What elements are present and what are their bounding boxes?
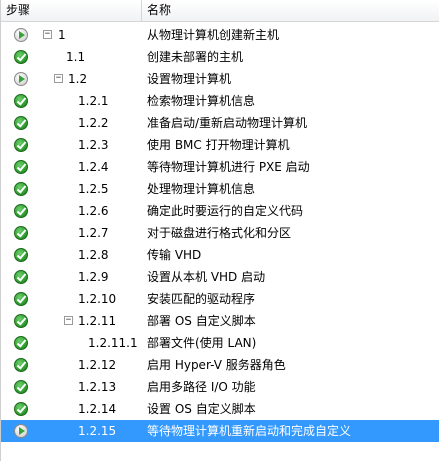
- table-row[interactable]: −1 从物理计算机创建新主机: [1, 24, 439, 46]
- step-name: 检索物理计算机信息: [147, 94, 256, 108]
- step-number: 1.2.2: [78, 116, 109, 130]
- step-name: 等待物理计算机重新启动和完成自定义: [147, 424, 352, 438]
- step-number: 1.2: [68, 72, 88, 86]
- step-name: 准备启动/重新启动物理计算机: [147, 116, 308, 130]
- collapse-toggle-icon[interactable]: −: [64, 316, 73, 325]
- checkmark-status-icon: [14, 270, 28, 284]
- checkmark-status-icon: [14, 116, 28, 130]
- table-row[interactable]: 1.2.13 启用多路径 I/O 功能: [1, 376, 439, 398]
- table-row[interactable]: 1.2.11.1 部署文件(使用 LAN): [1, 332, 439, 354]
- table-row[interactable]: 1.1 创建未部署的主机: [1, 46, 439, 68]
- checkmark-status-icon: [14, 314, 28, 328]
- step-name: 等待物理计算机进行 PXE 启动: [147, 160, 310, 174]
- table-row[interactable]: −1.2.11 部署 OS 自定义脚本: [1, 310, 439, 332]
- step-name: 启用多路径 I/O 功能: [147, 380, 256, 394]
- table-row[interactable]: 1.2.2 准备启动/重新启动物理计算机: [1, 112, 439, 134]
- step-name: 确定此时要运行的自定义代码: [147, 204, 304, 218]
- checkmark-status-icon: [14, 292, 28, 306]
- step-number: 1: [58, 28, 66, 42]
- checkmark-status-icon: [14, 248, 28, 262]
- step-name: 使用 BMC 打开物理计算机: [147, 138, 290, 152]
- checkmark-status-icon: [14, 226, 28, 240]
- step-number: 1.2.5: [78, 182, 109, 196]
- step-number: 1.2.6: [78, 204, 109, 218]
- step-number: 1.2.14: [78, 402, 117, 416]
- checkmark-status-icon: [14, 358, 28, 372]
- checkmark-status-icon: [14, 380, 28, 394]
- step-number: 1.2.11: [78, 314, 117, 328]
- step-name: 从物理计算机创建新主机: [147, 28, 280, 42]
- step-name: 启用 Hyper-V 服务器角色: [147, 358, 286, 372]
- step-number: 1.2.3: [78, 138, 109, 152]
- table-row[interactable]: 1.2.6 确定此时要运行的自定义代码: [1, 200, 439, 222]
- table-row[interactable]: 1.2.3 使用 BMC 打开物理计算机: [1, 134, 439, 156]
- checkmark-status-icon: [14, 182, 28, 196]
- step-name: 安装匹配的驱动程序: [147, 292, 256, 306]
- table-row[interactable]: 1.2.5 处理物理计算机信息: [1, 178, 439, 200]
- step-number: 1.2.15: [78, 424, 117, 438]
- column-header-name[interactable]: 名称: [142, 0, 439, 21]
- step-name: 处理物理计算机信息: [147, 182, 256, 196]
- table-row[interactable]: 1.2.8 传输 VHD: [1, 244, 439, 266]
- step-name: 创建未部署的主机: [147, 50, 244, 64]
- step-name: 对于磁盘进行格式化和分区: [147, 226, 292, 240]
- step-number: 1.2.13: [78, 380, 117, 394]
- column-header-step[interactable]: 步骤: [1, 0, 142, 21]
- play-status-icon: [14, 424, 28, 438]
- play-status-icon: [14, 72, 28, 86]
- checkmark-status-icon: [14, 160, 28, 174]
- play-status-icon: [14, 28, 28, 42]
- step-number: 1.2.10: [78, 292, 117, 306]
- step-name: 部署文件(使用 LAN): [147, 336, 257, 350]
- step-number: 1.1: [66, 50, 86, 64]
- step-name: 设置从本机 VHD 启动: [147, 270, 266, 284]
- step-name: 设置 OS 自定义脚本: [147, 402, 256, 416]
- step-number: 1.2.1: [78, 94, 109, 108]
- checkmark-status-icon: [14, 138, 28, 152]
- step-number: 1.2.7: [78, 226, 109, 240]
- table-row[interactable]: 1.2.14 设置 OS 自定义脚本: [1, 398, 439, 420]
- collapse-toggle-icon[interactable]: −: [43, 30, 52, 39]
- step-number: 1.2.9: [78, 270, 109, 284]
- step-number: 1.2.8: [78, 248, 109, 262]
- checkmark-status-icon: [14, 94, 28, 108]
- checkmark-status-icon: [14, 336, 28, 350]
- step-name: 传输 VHD: [147, 248, 202, 262]
- table-row[interactable]: 1.2.10 安装匹配的驱动程序: [1, 288, 439, 310]
- checkmark-status-icon: [14, 50, 28, 64]
- table-row[interactable]: −1.2 设置物理计算机: [1, 68, 439, 90]
- table-row[interactable]: 1.2.15 等待物理计算机重新启动和完成自定义: [1, 420, 439, 442]
- step-name: 部署 OS 自定义脚本: [147, 314, 256, 328]
- collapse-toggle-icon[interactable]: −: [54, 74, 63, 83]
- step-number: 1.2.4: [78, 160, 109, 174]
- step-number: 1.2.11.1: [88, 336, 138, 350]
- job-steps-grid: 步骤 名称 −1 从物理计算机创建新主机 1.1 创建未部署的主机 −1.2 设置物理计算…: [0, 0, 439, 461]
- table-row[interactable]: 1.2.12 启用 Hyper-V 服务器角色: [1, 354, 439, 376]
- table-row[interactable]: 1.2.1 检索物理计算机信息: [1, 90, 439, 112]
- checkmark-status-icon: [14, 204, 28, 218]
- table-row[interactable]: 1.2.4 等待物理计算机进行 PXE 启动: [1, 156, 439, 178]
- table-row[interactable]: 1.2.7 对于磁盘进行格式化和分区: [1, 222, 439, 244]
- column-header-row: 步骤 名称: [1, 0, 439, 22]
- step-number: 1.2.12: [78, 358, 117, 372]
- step-name: 设置物理计算机: [147, 72, 232, 86]
- checkmark-status-icon: [14, 402, 28, 416]
- table-row[interactable]: 1.2.9 设置从本机 VHD 启动: [1, 266, 439, 288]
